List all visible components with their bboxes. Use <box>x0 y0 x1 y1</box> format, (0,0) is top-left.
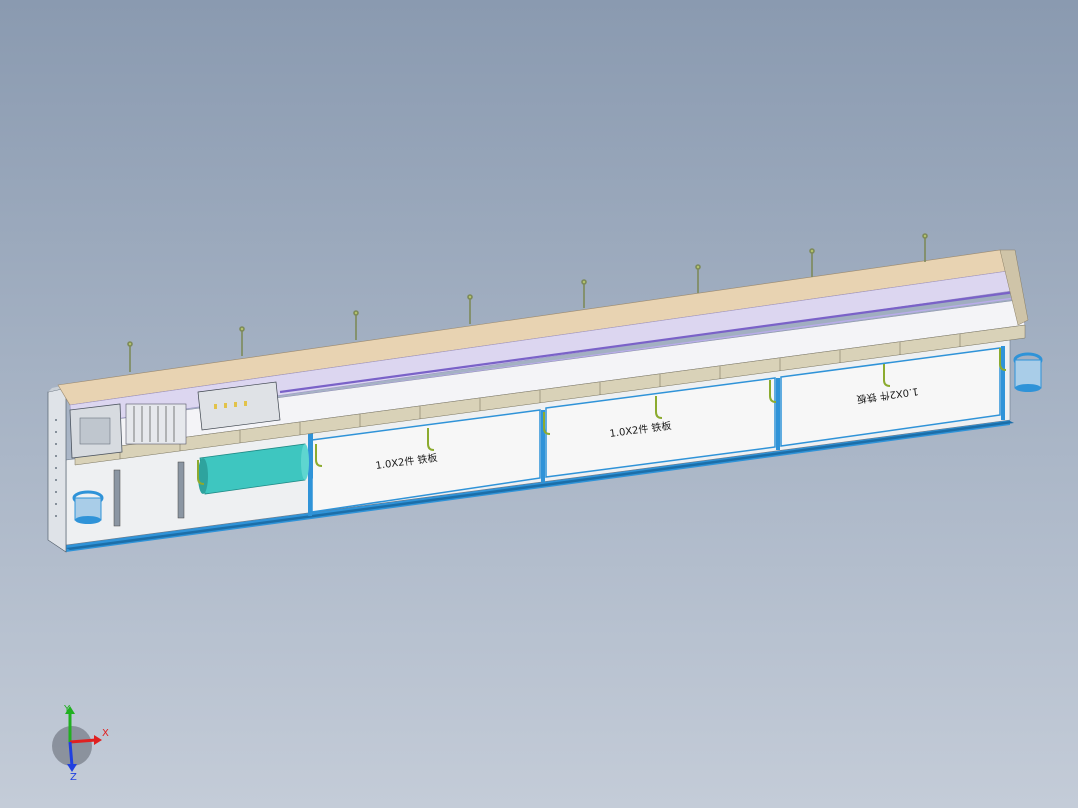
x-axis-head <box>94 735 102 745</box>
right-end-cup <box>1015 354 1041 392</box>
z-axis-arrow <box>70 742 72 766</box>
view-triad[interactable]: Y X Z <box>52 704 109 783</box>
x-axis-label: X <box>102 728 109 739</box>
x-axis-arrow <box>70 740 96 742</box>
cad-viewport[interactable]: 1.0X2件 铁板 1.0X2件 铁板 1.0X2件 铁板 Y X Z <box>0 0 1078 808</box>
z-axis-label: Z <box>70 772 77 783</box>
assembly-model[interactable]: 1.0X2件 铁板 1.0X2件 铁板 1.0X2件 铁板 Y X Z <box>0 0 1078 808</box>
z-axis-head <box>67 764 77 772</box>
y-axis-label: Y <box>63 704 71 715</box>
